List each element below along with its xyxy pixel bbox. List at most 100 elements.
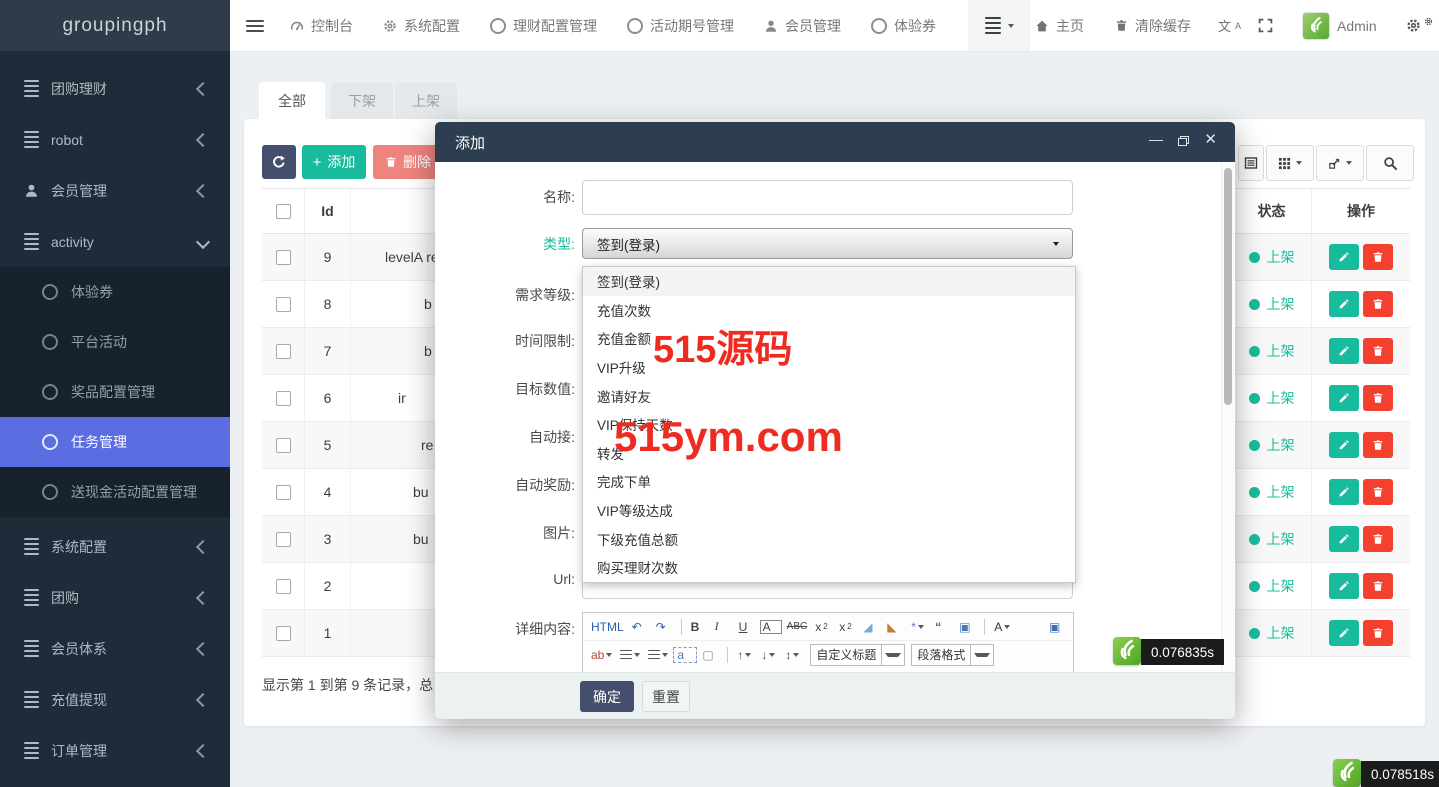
edit-button[interactable] — [1329, 479, 1359, 505]
submenu-item-2[interactable]: 奖品配置管理 — [0, 367, 230, 417]
blockquote-icon[interactable]: “ — [932, 620, 954, 634]
minimize-icon[interactable]: — — [1149, 132, 1163, 146]
row-checkbox[interactable] — [276, 532, 291, 547]
format-brush-icon[interactable]: ◣ — [884, 620, 906, 634]
dropdown-option-0[interactable]: 签到(登录) — [583, 267, 1075, 296]
sidebar-bottom-item-3[interactable]: 充值提现 — [0, 674, 230, 725]
delete-row-button[interactable] — [1363, 244, 1393, 270]
nav-home[interactable]: 主页 — [1035, 0, 1084, 51]
delete-row-button[interactable] — [1363, 479, 1393, 505]
nav-menu-item-3[interactable]: 活动期号管理 — [627, 16, 734, 36]
font-color-icon[interactable]: A — [991, 620, 1013, 634]
edit-button[interactable] — [1329, 620, 1359, 646]
nav-menu-item-1[interactable]: 系统配置 — [383, 16, 460, 36]
nav-menu-item-4[interactable]: 会员管理 — [764, 16, 841, 36]
submenu-item-3[interactable]: 任务管理 — [0, 417, 230, 467]
dropdown-option-8[interactable]: VIP等级达成 — [583, 496, 1075, 525]
submenu-item-1[interactable]: 平台活动 — [0, 317, 230, 367]
bold-icon[interactable]: B — [688, 620, 710, 634]
delete-row-button[interactable] — [1363, 620, 1393, 646]
delete-row-button[interactable] — [1363, 338, 1393, 364]
html-source-icon[interactable]: HTML — [588, 620, 627, 634]
subscript-icon[interactable]: x2 — [836, 620, 858, 634]
tab-on-shelf[interactable]: 上架 — [395, 82, 457, 119]
reset-button[interactable]: 重置 — [642, 681, 690, 712]
underline-icon[interactable]: U — [736, 620, 758, 634]
spell-edit-icon[interactable]: ab — [588, 648, 615, 662]
add-button[interactable]: +添加 — [302, 145, 366, 179]
search-button[interactable] — [1366, 145, 1414, 181]
indent-icon[interactable]: ↑ — [734, 648, 756, 662]
type-select[interactable]: 签到(登录) — [582, 228, 1073, 259]
quick-menu-button[interactable] — [968, 0, 1030, 51]
superscript-icon[interactable]: x2 — [812, 620, 834, 634]
edit-button[interactable] — [1329, 526, 1359, 552]
dialog-scrollbar[interactable] — [1221, 163, 1234, 672]
edit-button[interactable] — [1329, 385, 1359, 411]
nav-menu-item-2[interactable]: 理财配置管理 — [490, 16, 597, 36]
font-box-icon[interactable]: A — [760, 620, 782, 634]
delete-row-button[interactable] — [1363, 291, 1393, 317]
scrollbar-thumb[interactable] — [1224, 168, 1232, 405]
highlight-icon[interactable]: a — [673, 647, 697, 663]
new-document-icon[interactable]: ▢ — [699, 648, 721, 662]
sidebar-item-activity[interactable]: activity — [0, 216, 230, 267]
delete-button[interactable]: 删除 — [373, 145, 443, 179]
redo-icon[interactable]: ↷ — [653, 620, 675, 634]
nav-clear-cache[interactable]: 清除缓存 — [1115, 0, 1191, 51]
toggle-detail-view-button[interactable] — [1238, 145, 1264, 181]
edit-button[interactable] — [1329, 291, 1359, 317]
fullscreen-icon[interactable] — [1258, 0, 1273, 51]
unordered-list-icon[interactable] — [645, 650, 671, 660]
row-checkbox[interactable] — [276, 297, 291, 312]
ordered-list-icon[interactable] — [617, 650, 643, 660]
dropdown-option-10[interactable]: 购买理财次数 — [583, 553, 1075, 582]
export-button[interactable] — [1316, 145, 1364, 181]
edit-button[interactable] — [1329, 338, 1359, 364]
nav-menu-item-0[interactable]: 控制台 — [290, 16, 353, 36]
eraser-icon[interactable]: ◢ — [860, 620, 882, 634]
dropdown-option-9[interactable]: 下级充值总额 — [583, 524, 1075, 553]
columns-button[interactable] — [1266, 145, 1314, 181]
translate-icon[interactable]: 文A — [1218, 0, 1241, 51]
submenu-item-0[interactable]: 体验券 — [0, 267, 230, 317]
dialog-header[interactable]: 添加 — ✕ — [435, 122, 1235, 162]
magic-wand-icon[interactable]: * — [908, 620, 930, 634]
row-checkbox[interactable] — [276, 391, 291, 406]
tab-all[interactable]: 全部 — [259, 82, 325, 119]
row-checkbox[interactable] — [276, 626, 291, 641]
settings-gears-icon[interactable] — [1406, 0, 1433, 51]
row-checkbox[interactable] — [276, 438, 291, 453]
sidebar-bottom-item-4[interactable]: 订单管理 — [0, 725, 230, 776]
row-checkbox[interactable] — [276, 250, 291, 265]
tab-off-shelf[interactable]: 下架 — [331, 82, 393, 119]
align-icon[interactable]: ↓ — [758, 648, 780, 662]
paste-text-icon[interactable]: ▣ — [956, 620, 978, 634]
edit-button[interactable] — [1329, 432, 1359, 458]
confirm-button[interactable]: 确定 — [580, 681, 634, 712]
sidebar-item-0[interactable]: 团购理财 — [0, 63, 230, 114]
dropdown-option-7[interactable]: 完成下单 — [583, 467, 1075, 496]
fullscreen-editor-icon[interactable]: ▣ — [1046, 620, 1068, 634]
row-checkbox[interactable] — [276, 485, 291, 500]
sidebar-item-1[interactable]: robot — [0, 114, 230, 165]
close-icon[interactable]: ✕ — [1204, 133, 1217, 147]
submenu-item-4[interactable]: 送现金活动配置管理 — [0, 467, 230, 517]
sidebar-bottom-item-0[interactable]: 系统配置 — [0, 521, 230, 572]
row-checkbox[interactable] — [276, 579, 291, 594]
edit-button[interactable] — [1329, 573, 1359, 599]
custom-title-select[interactable]: 自定义标题 — [810, 644, 905, 666]
name-input[interactable] — [582, 180, 1073, 215]
user-menu[interactable]: Admin — [1302, 0, 1377, 51]
refresh-button[interactable] — [262, 145, 296, 179]
delete-row-button[interactable] — [1363, 526, 1393, 552]
dropdown-option-4[interactable]: 邀请好友 — [583, 381, 1075, 410]
delete-row-button[interactable] — [1363, 573, 1393, 599]
sidebar-bottom-item-2[interactable]: 会员体系 — [0, 623, 230, 674]
sidebar-bottom-item-1[interactable]: 团购 — [0, 572, 230, 623]
row-checkbox[interactable] — [276, 344, 291, 359]
line-height-icon[interactable]: ↕ — [782, 648, 804, 662]
italic-icon[interactable]: I — [712, 619, 734, 634]
edit-button[interactable] — [1329, 244, 1359, 270]
restore-icon[interactable] — [1178, 136, 1189, 146]
